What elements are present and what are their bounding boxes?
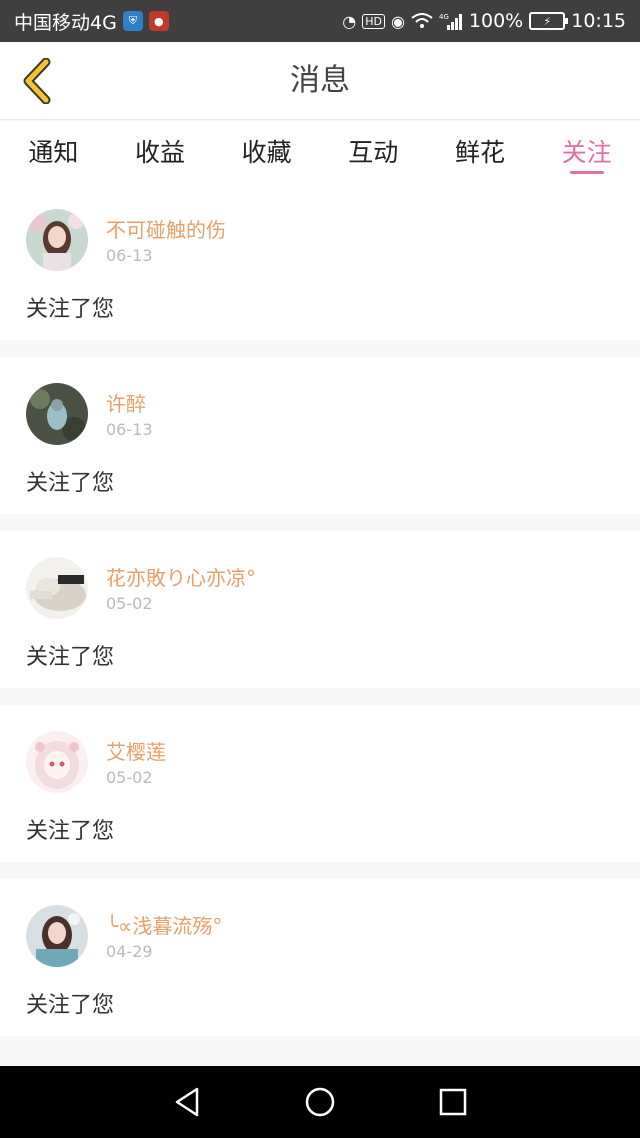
tab-label: 关注 bbox=[561, 138, 612, 167]
clock: 10:15 bbox=[571, 10, 626, 32]
eye-icon: ◉ bbox=[390, 11, 405, 31]
tab-label: 收藏 bbox=[241, 138, 292, 167]
list-item[interactable]: 不可碰触的伤 06-13 关注了您 bbox=[0, 183, 640, 340]
alarm-icon: ◔ bbox=[342, 11, 357, 31]
square-recents-icon bbox=[440, 1088, 467, 1116]
battery-percent: 100% bbox=[468, 10, 524, 32]
user-name[interactable]: ╰∝浅暮流殇° bbox=[106, 910, 222, 939]
tab-bar: 通知 收益 收藏 互动 鲜花 关注 bbox=[0, 121, 640, 183]
system-navigation-bar bbox=[0, 1066, 640, 1138]
avatar[interactable] bbox=[26, 557, 88, 619]
avatar[interactable] bbox=[26, 209, 88, 271]
avatar[interactable] bbox=[26, 731, 88, 793]
carrier-label: 中国移动4G bbox=[14, 11, 117, 34]
microphone-icon: ● bbox=[148, 11, 169, 31]
status-bar: 中国移动4G ⛨ ● ◔ HD ◉ 4G 100% ⚡ 10:15 bbox=[0, 0, 640, 42]
message-text: 关注了您 bbox=[26, 471, 115, 496]
tab-follows[interactable]: 关注 bbox=[533, 121, 640, 183]
tab-flowers[interactable]: 鲜花 bbox=[427, 121, 534, 183]
user-name[interactable]: 花亦敗り心亦凉° bbox=[106, 562, 256, 591]
user-name[interactable]: 不可碰触的伤 bbox=[106, 214, 226, 243]
tab-notifications[interactable]: 通知 bbox=[0, 121, 107, 183]
avatar[interactable] bbox=[26, 905, 88, 967]
wifi-icon bbox=[411, 13, 433, 29]
triangle-back-icon bbox=[175, 1087, 198, 1117]
page-title: 消息 bbox=[290, 63, 350, 98]
message-text: 关注了您 bbox=[26, 819, 115, 844]
user-name[interactable]: 许醉 bbox=[106, 388, 146, 417]
message-text: 关注了您 bbox=[26, 993, 115, 1018]
message-date: 06-13 bbox=[106, 420, 153, 439]
follow-message-list: 不可碰触的伤 06-13 关注了您 许醉 06-13 关注了您 花亦敗り心亦凉°… bbox=[0, 183, 640, 1053]
message-date: 05-02 bbox=[106, 594, 153, 613]
list-item[interactable]: 艾樱莲 05-02 关注了您 bbox=[0, 705, 640, 862]
tab-label: 鲜花 bbox=[454, 138, 505, 167]
tab-label: 通知 bbox=[28, 138, 79, 167]
message-text: 关注了您 bbox=[26, 297, 115, 322]
app-header: 消息 bbox=[0, 42, 640, 120]
tab-label: 互动 bbox=[348, 138, 399, 167]
back-arrow-icon bbox=[23, 58, 51, 104]
tab-earnings[interactable]: 收益 bbox=[107, 121, 214, 183]
nav-home-button[interactable] bbox=[290, 1072, 350, 1132]
shield-icon: ⛨ bbox=[122, 11, 143, 31]
message-date: 06-13 bbox=[106, 246, 153, 265]
battery-icon: ⚡ bbox=[529, 12, 569, 30]
message-date: 04-29 bbox=[106, 942, 153, 961]
nav-back-button[interactable] bbox=[157, 1072, 217, 1132]
list-item[interactable]: ╰∝浅暮流殇° 04-29 关注了您 bbox=[0, 879, 640, 1036]
user-name[interactable]: 艾樱莲 bbox=[106, 736, 166, 765]
message-date: 05-02 bbox=[106, 768, 153, 787]
network-type: 4G bbox=[439, 13, 449, 21]
nav-recents-button[interactable] bbox=[423, 1072, 483, 1132]
tab-indicator bbox=[569, 171, 604, 174]
signal-icon: 4G bbox=[439, 12, 463, 30]
message-text: 关注了您 bbox=[26, 645, 115, 670]
avatar[interactable] bbox=[26, 383, 88, 445]
tab-favorites[interactable]: 收藏 bbox=[213, 121, 320, 183]
circle-home-icon bbox=[305, 1087, 335, 1117]
tab-interactions[interactable]: 互动 bbox=[320, 121, 427, 183]
list-item[interactable]: 花亦敗り心亦凉° 05-02 关注了您 bbox=[0, 531, 640, 688]
tab-label: 收益 bbox=[134, 138, 185, 167]
back-button[interactable] bbox=[14, 56, 58, 106]
hd-icon: HD bbox=[362, 13, 385, 29]
list-item[interactable]: 许醉 06-13 关注了您 bbox=[0, 357, 640, 514]
